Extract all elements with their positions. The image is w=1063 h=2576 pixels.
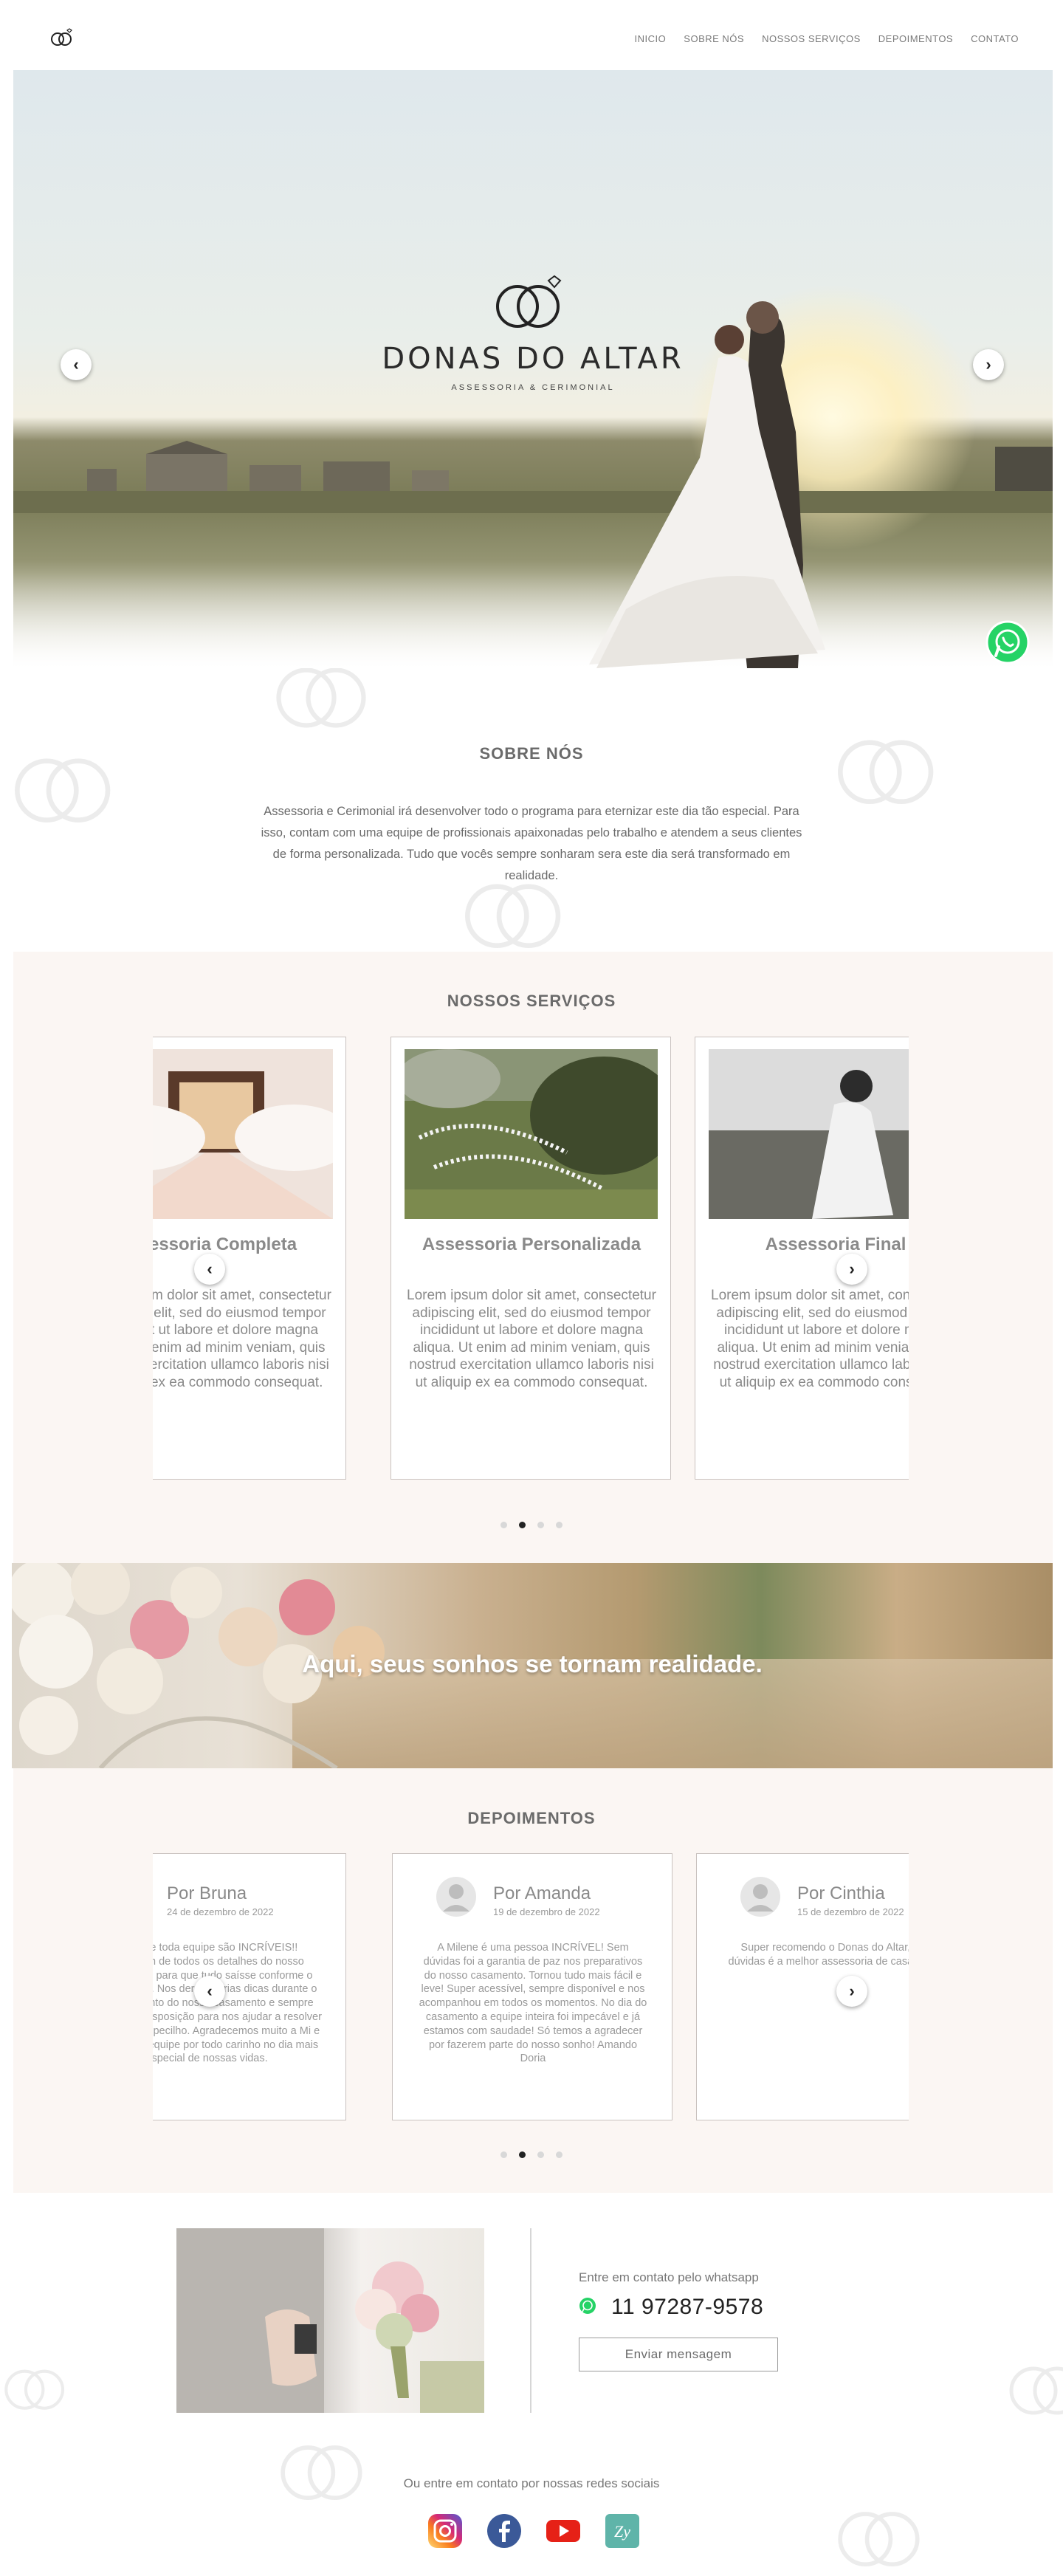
contact-phone: 11 97287-9578 — [611, 2295, 764, 2319]
pagination-dot[interactable] — [537, 1522, 544, 1528]
send-message-button[interactable]: Enviar mensagem — [579, 2338, 778, 2371]
contact-label: Entre em contato pelo whatsapp — [579, 2270, 759, 2284]
service-image-garden — [405, 1049, 658, 1219]
svg-text:Zy: Zy — [614, 2522, 630, 2541]
servicos-title: NOSSOS SERVIÇOS — [447, 992, 616, 1010]
avatar-icon — [740, 1877, 780, 1917]
nav-item-depoimentos[interactable]: DEPOIMENTOS — [878, 33, 953, 44]
depoimentos-next-button[interactable]: › — [836, 1976, 867, 2007]
chevron-left-icon: ‹ — [207, 1982, 213, 2000]
pagination-dot[interactable] — [500, 1522, 507, 1528]
testimonial-date: 15 de dezembro de 2022 — [797, 1906, 904, 1917]
contact-photo — [176, 2228, 484, 2413]
servicos-prev-button[interactable]: ‹ — [194, 1254, 225, 1285]
depoimentos-prev-button[interactable]: ‹ — [194, 1976, 225, 2007]
service-text: Lorem ipsum dolor sit amet, consectetur … — [153, 1288, 331, 1390]
nav-menu: INICIO SOBRE NÓS NOSSOS SERVIÇOS DEPOIME… — [635, 33, 1019, 44]
service-card[interactable]: Assessoria Completa Lorem ipsum dolor si… — [153, 1037, 346, 1480]
service-text: Lorem ipsum dolor sit amet, consectetur … — [711, 1288, 909, 1390]
pagination-dot[interactable] — [537, 2151, 544, 2158]
pagination-dot[interactable] — [556, 2151, 563, 2158]
service-title: Assessoria Final — [765, 1234, 907, 1254]
rings-watermark-icon — [1009, 2366, 1063, 2415]
nav-item-inicio[interactable]: INICIO — [635, 33, 667, 44]
nav-item-servicos[interactable]: NOSSOS SERVIÇOS — [762, 33, 861, 44]
youtube-icon[interactable] — [545, 2513, 582, 2549]
service-card[interactable]: Assessoria Personalizada Lorem ipsum dol… — [391, 1037, 671, 1480]
service-title: Assessoria Personalizada — [422, 1234, 641, 1254]
zankyou-icon[interactable]: Zy — [604, 2513, 641, 2549]
nav-item-sobre[interactable]: SOBRE NÓS — [684, 33, 744, 44]
chevron-right-icon: › — [849, 1260, 855, 1278]
service-card[interactable]: Assessoria Final Lorem ipsum dolor sit a… — [695, 1037, 909, 1480]
rings-logo-icon[interactable] — [49, 28, 75, 47]
hero-next-button[interactable]: › — [973, 349, 1004, 380]
whatsapp-float-icon[interactable] — [985, 620, 1030, 664]
servicos-next-button[interactable]: › — [836, 1254, 867, 1285]
chevron-right-icon: › — [849, 1982, 855, 2000]
chevron-left-icon: ‹ — [207, 1260, 213, 1278]
servicos-pagination — [0, 1522, 1063, 1528]
sobre-text: Assessoria e Cerimonial irá desenvolver … — [261, 805, 802, 882]
hero-prev-button[interactable]: ‹ — [61, 349, 92, 380]
brand-name: DONAS DO ALTAR — [382, 342, 684, 376]
dreams-banner: Aqui, seus sonhos se tornam realidade. — [12, 1563, 1053, 1768]
bouquet-image — [176, 2228, 484, 2413]
depoimentos-carousel: Por Bruna 24 de dezembro de 2022 Milene … — [153, 1853, 909, 2122]
testimonial-date: 24 de dezembro de 2022 — [167, 1906, 274, 1917]
testimonial-author: Por Bruna — [167, 1883, 247, 1903]
rings-watermark-icon — [281, 2445, 362, 2501]
depoimentos-title: DEPOIMENTOS — [467, 1809, 596, 1827]
top-navbar: INICIO SOBRE NÓS NOSSOS SERVIÇOS DEPOIME… — [0, 0, 1063, 70]
testimonial-date: 19 de dezembro de 2022 — [493, 1906, 600, 1917]
whatsapp-icon — [579, 2298, 596, 2314]
hero-slider: DONAS DO ALTAR ASSESSORIA & CERIMONIAL ‹… — [13, 70, 1053, 668]
nav-item-contato[interactable]: CONTATO — [971, 33, 1019, 44]
hero-village-silhouette — [13, 441, 1053, 513]
depoimentos-pagination — [0, 2151, 1063, 2158]
testimonial-text: A Milene é uma pessoa INCRÍVEL! Sem dúvi… — [419, 1942, 647, 2065]
testimonial-card[interactable]: Por Cinthia 15 de dezembro de 2022 Super… — [696, 1853, 909, 2120]
servicos-carousel: Assessoria Completa Lorem ipsum dolor si… — [153, 1037, 909, 1481]
chevron-right-icon: › — [985, 355, 991, 374]
rings-watermark-icon — [838, 740, 934, 804]
avatar-icon — [436, 1877, 476, 1917]
pagination-dot-active[interactable] — [519, 2151, 526, 2158]
sobre-title: SOBRE NÓS — [479, 744, 584, 763]
brand-subtitle: ASSESSORIA & CERIMONIAL — [451, 383, 615, 392]
social-label: Ou entre em contato por nossas redes soc… — [403, 2476, 660, 2490]
banner-text: Aqui, seus sonhos se tornam realidade. — [302, 1650, 763, 1677]
service-title: Assessoria Completa — [153, 1234, 297, 1254]
pagination-dot-active[interactable] — [519, 1522, 526, 1528]
testimonial-text: Milene e toda equipe são INCRÍVEIS!! Cui… — [153, 1942, 322, 2065]
contact-divider — [530, 2228, 532, 2413]
pagination-dot[interactable] — [500, 2151, 507, 2158]
service-image-ceremony — [153, 1049, 333, 1219]
facebook-icon[interactable] — [486, 2513, 523, 2549]
rings-watermark-icon — [838, 2512, 920, 2567]
service-image-bride — [709, 1049, 909, 1219]
service-text: Lorem ipsum dolor sit amet, consectetur … — [407, 1288, 656, 1390]
rings-watermark-icon — [4, 2369, 65, 2410]
chevron-left-icon: ‹ — [73, 355, 79, 374]
testimonial-card[interactable]: Por Amanda 19 de dezembro de 2022 A Mile… — [392, 1853, 672, 2120]
pagination-dot[interactable] — [556, 1522, 563, 1528]
instagram-icon[interactable] — [427, 2513, 464, 2549]
testimonial-author: Por Amanda — [493, 1883, 591, 1903]
testimonial-author: Por Cinthia — [797, 1883, 885, 1903]
brand-rings-icon — [496, 275, 562, 328]
testimonial-text: Super recomendo o Donas do Altar, sem dú… — [728, 1942, 909, 1968]
testimonial-card[interactable]: Por Bruna 24 de dezembro de 2022 Milene … — [153, 1853, 346, 2120]
